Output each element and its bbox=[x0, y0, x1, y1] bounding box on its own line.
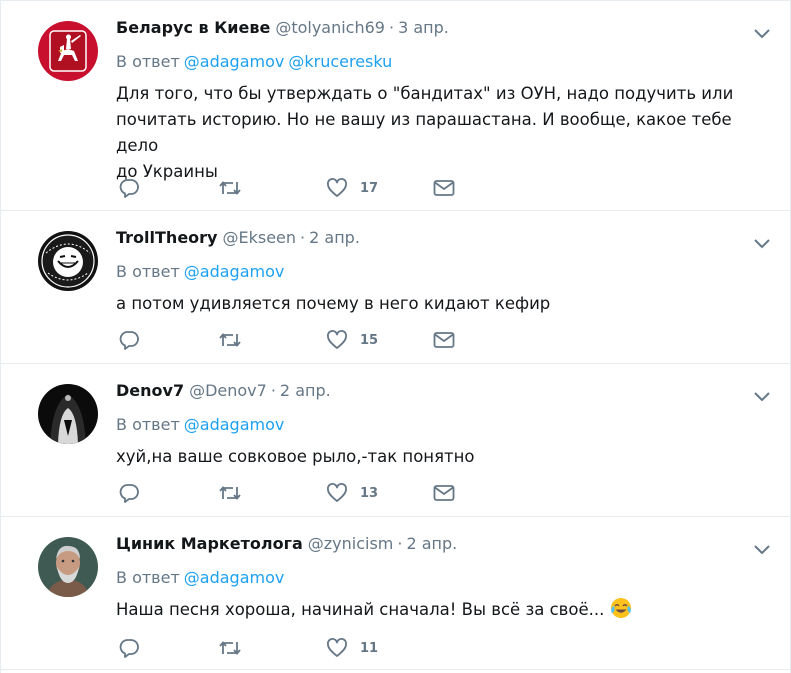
reply-icon bbox=[119, 331, 139, 350]
reply-context: В ответ @adagamov @kruceresku bbox=[116, 52, 392, 71]
tweet-text-content: Наша песня хороша, начинай сначала! Вы в… bbox=[116, 600, 605, 619]
heart-icon bbox=[327, 483, 347, 502]
mention-link[interactable]: @adagamov bbox=[184, 415, 285, 434]
reply-context: В ответ @adagamov bbox=[116, 415, 284, 434]
chevron-down-icon[interactable] bbox=[752, 386, 772, 406]
envelope-icon bbox=[433, 180, 455, 196]
heart-icon bbox=[327, 178, 347, 197]
reply-label: В ответ bbox=[116, 262, 180, 281]
timestamp[interactable]: 3 апр. bbox=[398, 18, 449, 37]
like-count: 11 bbox=[360, 640, 379, 656]
like-count: 13 bbox=[360, 485, 379, 501]
tweet[interactable]: TrollTheory @Ekseen · 2 апр. В ответ @ada… bbox=[1, 211, 790, 364]
retweet-button[interactable] bbox=[218, 482, 242, 504]
mention-link[interactable]: @kruceresku bbox=[288, 52, 392, 71]
tweet[interactable]: Циник Маркетолога @zynicism · 2 апр. В о… bbox=[1, 517, 790, 670]
separator: · bbox=[397, 534, 403, 553]
chevron-down-icon[interactable] bbox=[752, 233, 772, 253]
reply-label: В ответ bbox=[116, 415, 180, 434]
like-button[interactable]: 13 bbox=[326, 482, 378, 504]
separator: · bbox=[388, 18, 395, 37]
fullname[interactable]: Беларус в Киеве bbox=[116, 18, 270, 37]
retweet-icon bbox=[219, 181, 241, 195]
separator: · bbox=[300, 228, 306, 247]
tweet-header: Циник Маркетолога @zynicism · 2 апр. bbox=[116, 534, 457, 558]
reply-label: В ответ bbox=[116, 568, 180, 587]
tweet-header: Беларус в Киеве @tolyanich69 · 3 апр. bbox=[116, 18, 449, 42]
like-button[interactable]: 11 bbox=[326, 637, 378, 659]
username[interactable]: @Denov7 bbox=[189, 381, 267, 400]
reply-button[interactable] bbox=[118, 177, 140, 199]
chevron-down-icon[interactable] bbox=[752, 539, 772, 559]
direct-message-button[interactable] bbox=[432, 177, 456, 199]
username[interactable]: @Ekseen bbox=[222, 228, 296, 247]
like-count: 15 bbox=[360, 332, 379, 348]
tweet[interactable]: Беларус в Киеве @tolyanich69 · 3 апр. В … bbox=[1, 0, 790, 211]
reply-button[interactable] bbox=[118, 482, 140, 504]
direct-message-button[interactable] bbox=[432, 482, 456, 504]
avatar[interactable] bbox=[38, 384, 98, 444]
timestamp[interactable]: 2 апр. bbox=[406, 534, 457, 553]
reply-button[interactable] bbox=[118, 329, 140, 351]
chevron-down-icon[interactable] bbox=[752, 23, 772, 43]
bearded-man-portrait-icon bbox=[38, 537, 98, 597]
tweet-text-line: хуй,на ваше совковое рыло,-так понятно bbox=[116, 447, 475, 466]
reply-label: В ответ bbox=[116, 52, 180, 71]
envelope-icon bbox=[433, 332, 455, 348]
retweet-icon bbox=[219, 333, 241, 347]
reply-button[interactable] bbox=[118, 637, 140, 659]
retweet-icon bbox=[219, 641, 241, 655]
like-button[interactable]: 15 bbox=[326, 329, 378, 351]
pahonia-emblem-icon bbox=[38, 21, 98, 81]
tears-of-joy-emoji bbox=[610, 597, 632, 619]
mention-link[interactable]: @adagamov bbox=[184, 52, 285, 71]
timestamp[interactable]: 2 апр. bbox=[280, 381, 331, 400]
timeline: Беларус в Киеве @tolyanich69 · 3 апр. В … bbox=[0, 0, 791, 673]
mention-link[interactable]: @adagamov bbox=[184, 568, 285, 587]
tweet-text: хуй,на ваше совковое рыло,-так понятно bbox=[116, 444, 766, 470]
reply-context: В ответ @adagamov bbox=[116, 262, 284, 281]
heart-icon bbox=[327, 330, 347, 349]
username[interactable]: @tolyanich69 bbox=[275, 18, 385, 37]
tweet-text-line: Наша песня хороша, начинай сначала! Вы в… bbox=[116, 597, 766, 623]
reply-icon bbox=[119, 639, 139, 658]
tweet-text: Для того, что бы утверждать о "бандитах"… bbox=[116, 81, 766, 185]
retweet-button[interactable] bbox=[218, 177, 242, 199]
reply-context: В ответ @adagamov bbox=[116, 568, 284, 587]
timestamp[interactable]: 2 апр. bbox=[309, 228, 360, 247]
reply-icon bbox=[119, 179, 139, 198]
fullname[interactable]: Denov7 bbox=[116, 381, 184, 400]
username[interactable]: @zynicism bbox=[308, 534, 394, 553]
tweet[interactable]: Denov7 @Denov7 · 2 апр. В ответ @adagamov… bbox=[1, 364, 790, 517]
tweet-header: Denov7 @Denov7 · 2 апр. bbox=[116, 381, 331, 405]
tweet-header: TrollTheory @Ekseen · 2 апр. bbox=[116, 228, 360, 252]
avatar[interactable] bbox=[38, 21, 98, 81]
reply-icon bbox=[119, 484, 139, 503]
fullname[interactable]: TrollTheory bbox=[116, 228, 217, 247]
tweet-text-line: а потом удивляется почему в него кидают … bbox=[116, 294, 551, 313]
retweet-button[interactable] bbox=[218, 637, 242, 659]
retweet-button[interactable] bbox=[218, 329, 242, 351]
like-count: 17 bbox=[360, 180, 379, 196]
envelope-icon bbox=[433, 485, 455, 501]
fullname[interactable]: Циник Маркетолога bbox=[116, 534, 303, 553]
mention-link[interactable]: @adagamov bbox=[184, 262, 285, 281]
tweet-text: Наша песня хороша, начинай сначала! Вы в… bbox=[116, 597, 766, 623]
like-button[interactable]: 17 bbox=[326, 177, 378, 199]
hooded-figure-icon bbox=[38, 384, 98, 444]
tweet-text-line: Для того, что бы утверждать о "бандитах"… bbox=[116, 84, 734, 103]
heart-icon bbox=[327, 638, 347, 657]
tweet-text: а потом удивляется почему в него кидают … bbox=[116, 291, 766, 317]
avatar[interactable] bbox=[38, 537, 98, 597]
retweet-icon bbox=[219, 486, 241, 500]
trollface-icon bbox=[38, 231, 98, 291]
avatar[interactable] bbox=[38, 231, 98, 291]
direct-message-button[interactable] bbox=[432, 329, 456, 351]
separator: · bbox=[270, 381, 276, 400]
tweet-text-line: почитать историю. Но не вашу из парашаст… bbox=[116, 110, 732, 155]
